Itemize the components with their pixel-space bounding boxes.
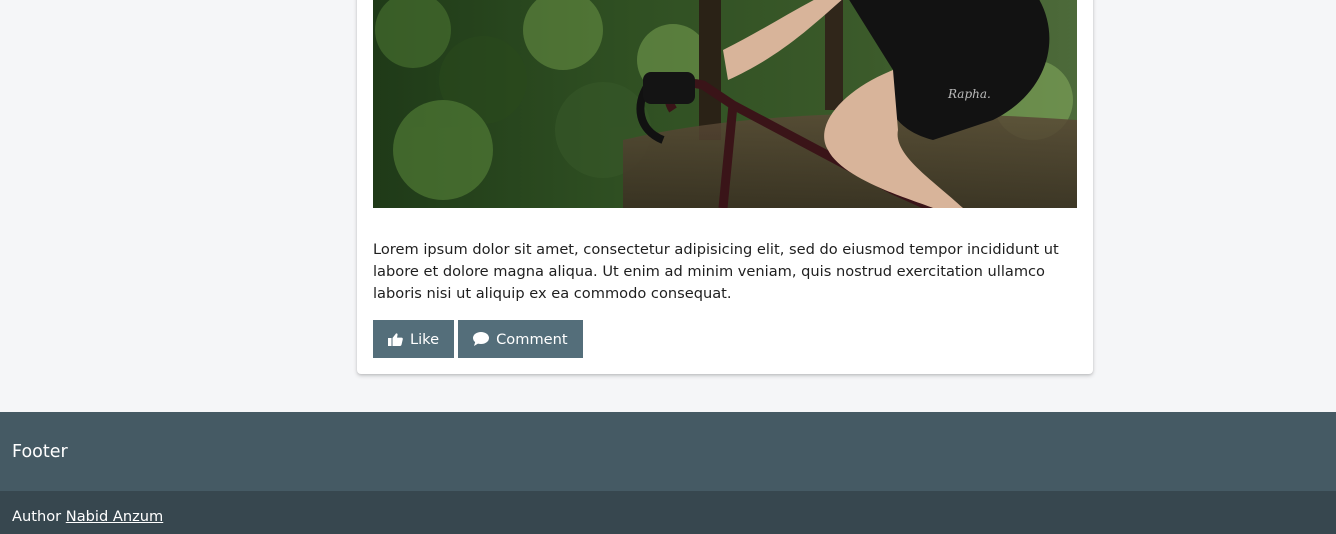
post-image: Rapha. bbox=[373, 0, 1077, 208]
author-link[interactable]: Nabid Anzum bbox=[66, 508, 163, 525]
post-card: Rapha. Lorem ipsum dolor sit amet, conse… bbox=[357, 0, 1093, 374]
comment-label: Comment bbox=[496, 330, 568, 348]
main-content: Rapha. Lorem ipsum dolor sit amet, conse… bbox=[0, 0, 1336, 412]
footer-title: Footer bbox=[12, 441, 68, 462]
jersey-logo: Rapha. bbox=[947, 87, 991, 101]
thumbs-up-icon bbox=[388, 332, 403, 346]
like-button[interactable]: Like bbox=[373, 320, 455, 358]
post-actions: Like Comment bbox=[373, 320, 583, 358]
post-text: Lorem ipsum dolor sit amet, consectetur … bbox=[373, 241, 1059, 302]
footer: Footer Author Nabid Anzum bbox=[0, 412, 1336, 534]
author-prefix: Author bbox=[12, 508, 66, 525]
comment-button[interactable]: Comment bbox=[458, 320, 583, 358]
footer-credits: Author Nabid Anzum bbox=[0, 491, 1336, 534]
like-label: Like bbox=[410, 330, 440, 348]
speech-bubble-icon bbox=[473, 332, 490, 346]
cyclist-photo: Rapha. bbox=[373, 0, 1077, 208]
footer-title-bar: Footer bbox=[0, 412, 1336, 491]
